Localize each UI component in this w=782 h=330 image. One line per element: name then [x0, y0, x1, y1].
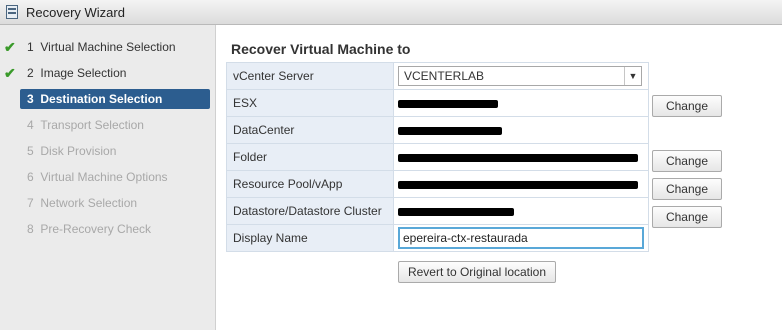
row-vcenter: vCenter Server VCENTERLAB ▼ — [226, 62, 649, 90]
step-virtual-machine-options: 6 Virtual Machine Options — [0, 167, 216, 187]
step-destination-selection[interactable]: 3 Destination Selection — [20, 89, 210, 109]
vcenter-value: VCENTERLAB — [404, 69, 485, 83]
redacted-resource-pool-value — [398, 180, 638, 189]
vcenter-select[interactable]: VCENTERLAB ▼ — [398, 66, 642, 86]
step-label: 1 Virtual Machine Selection — [27, 40, 176, 54]
step-label: 5 Disk Provision — [27, 144, 117, 158]
resource-pool-label: Resource Pool/vApp — [226, 170, 394, 198]
check-icon: ✔ — [4, 39, 16, 55]
wizard-icon — [6, 5, 18, 19]
row-esx: ESX — [226, 89, 649, 117]
check-icon: ✔ — [4, 65, 16, 81]
datastore-change-button[interactable]: Change — [652, 206, 722, 228]
step-transport-selection: 4 Transport Selection — [0, 115, 216, 135]
step-label: 4 Transport Selection — [27, 118, 144, 132]
folder-change-button[interactable]: Change — [652, 150, 722, 172]
main-panel: Recover Virtual Machine to vCenter Serve… — [216, 25, 782, 330]
redacted-datacenter-value — [398, 126, 502, 135]
step-label: 7 Network Selection — [27, 196, 138, 210]
step-label: 6 Virtual Machine Options — [27, 170, 168, 184]
step-pre-recovery-check: 8 Pre-Recovery Check — [0, 219, 216, 239]
datacenter-label: DataCenter — [226, 116, 394, 144]
resource-pool-change-button[interactable]: Change — [652, 178, 722, 200]
wizard-steps-sidebar: ✔ 1 Virtual Machine Selection ✔ 2 Image … — [0, 25, 216, 330]
title-bar: Recovery Wizard — [0, 0, 782, 25]
display-name-label: Display Name — [226, 224, 394, 252]
vcenter-label: vCenter Server — [226, 62, 394, 90]
step-label: 3 Destination Selection — [27, 92, 163, 106]
destination-form: vCenter Server VCENTERLAB ▼ ESX DataCent… — [226, 62, 649, 252]
row-datacenter: DataCenter — [226, 116, 649, 144]
datastore-label: Datastore/Datastore Cluster — [226, 197, 394, 225]
page-title: Recover Virtual Machine to — [231, 41, 411, 57]
display-name-input[interactable] — [398, 227, 644, 249]
folder-label: Folder — [226, 143, 394, 171]
revert-to-original-button[interactable]: Revert to Original location — [398, 261, 556, 283]
redacted-esx-value — [398, 99, 498, 108]
row-display-name: Display Name — [226, 224, 649, 252]
esx-change-button[interactable]: Change — [652, 95, 722, 117]
esx-label: ESX — [226, 89, 394, 117]
redacted-folder-value — [398, 153, 638, 162]
window-title: Recovery Wizard — [26, 5, 125, 20]
row-datastore: Datastore/Datastore Cluster — [226, 197, 649, 225]
step-network-selection: 7 Network Selection — [0, 193, 216, 213]
redacted-datastore-value — [398, 207, 514, 216]
step-label: 2 Image Selection — [27, 66, 127, 80]
row-resource-pool: Resource Pool/vApp — [226, 170, 649, 198]
step-label: 8 Pre-Recovery Check — [27, 222, 152, 236]
chevron-down-icon[interactable]: ▼ — [624, 67, 641, 85]
step-disk-provision: 5 Disk Provision — [0, 141, 216, 161]
step-image-selection[interactable]: ✔ 2 Image Selection — [0, 63, 216, 83]
row-folder: Folder — [226, 143, 649, 171]
step-virtual-machine-selection[interactable]: ✔ 1 Virtual Machine Selection — [0, 37, 216, 57]
